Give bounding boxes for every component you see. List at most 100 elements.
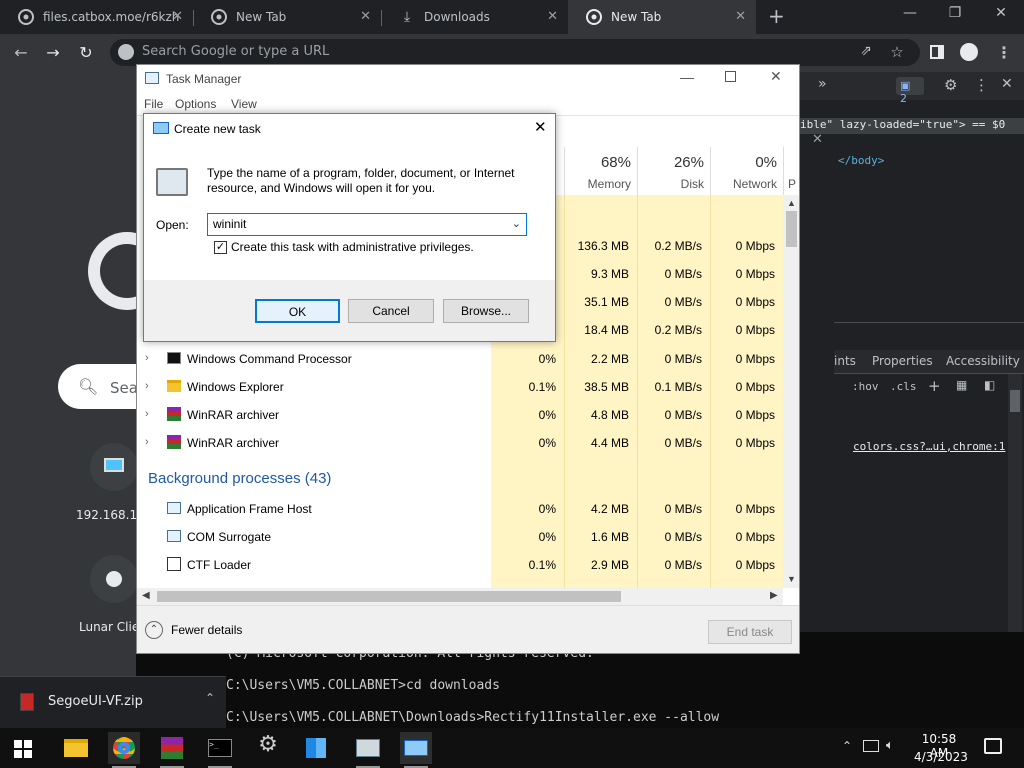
network-icon[interactable] <box>863 740 879 752</box>
chevron-right-icon[interactable]: › <box>145 408 149 420</box>
process-name: WinRAR archiver <box>187 436 280 450</box>
scroll-up-icon[interactable]: ▲ <box>787 198 796 208</box>
tab-catbox[interactable]: files.catbox.moe/r6kzh ✕ <box>0 0 193 34</box>
bookmark-star-icon[interactable]: ☆ <box>886 43 908 63</box>
chevron-down-icon[interactable]: ⌄ <box>512 217 521 230</box>
chevron-right-icon[interactable]: › <box>145 436 149 448</box>
end-task-button[interactable]: End task <box>708 620 792 644</box>
disk-cell: 0 MB/s <box>664 436 702 450</box>
vertical-scrollbar[interactable] <box>783 195 799 588</box>
chevron-up-icon[interactable]: ⌃ <box>205 691 215 705</box>
h-scrollbar-thumb[interactable] <box>157 591 621 602</box>
scrollbar[interactable] <box>1008 374 1022 632</box>
share-icon[interactable]: ⇗ <box>855 43 877 63</box>
profile-avatar-icon[interactable] <box>960 43 978 61</box>
column-header-memory[interactable]: 68% Memory <box>564 147 637 195</box>
selected-dom-node[interactable]: ible" lazy-loaded="true"> == $0 <box>800 118 1024 134</box>
side-panel-icon[interactable] <box>930 45 944 59</box>
run-dialog-taskbar-icon[interactable] <box>400 732 432 768</box>
browse-button[interactable]: Browse... <box>443 299 529 323</box>
fewer-details-link[interactable]: Fewer details <box>171 623 242 637</box>
minimize-icon[interactable]: — <box>680 69 694 85</box>
devtools-tab[interactable]: ints <box>834 354 856 368</box>
close-icon[interactable]: ✕ <box>534 118 547 136</box>
body-tag[interactable]: </body> <box>838 154 884 167</box>
forward-icon[interactable]: → <box>42 43 64 63</box>
issues-badge[interactable]: ▣ 2 <box>896 77 924 105</box>
menu-kebab-icon[interactable]: ⋮ <box>993 43 1015 63</box>
chevron-up-circle-icon[interactable]: ⌃ <box>145 621 163 639</box>
winrar-taskbar-icon[interactable] <box>156 732 188 768</box>
volume-icon[interactable]: 🔈︎ <box>886 738 894 753</box>
windows-start-icon[interactable] <box>14 740 32 758</box>
tab-new-tab-active[interactable]: New Tab ✕ <box>568 0 756 34</box>
minimize-icon[interactable]: — <box>895 5 925 27</box>
cls-toggle[interactable]: .cls <box>890 380 917 393</box>
process-row-explorer[interactable]: › Windows Explorer 0.1% 38.5 MB 0.1 MB/s… <box>137 373 799 401</box>
admin-checkbox[interactable]: ✓ <box>214 241 227 254</box>
cmd-taskbar-icon[interactable]: >_ <box>204 732 236 768</box>
menu-view[interactable]: View <box>231 97 257 111</box>
chevron-up-icon[interactable]: ⌃ <box>842 739 852 753</box>
ok-button[interactable]: OK <box>255 299 340 323</box>
close-icon[interactable]: ✕ <box>172 9 183 24</box>
process-row-winrar[interactable]: › WinRAR archiver 0% 4.4 MB 0 MB/s 0 Mbp… <box>137 429 799 457</box>
close-icon[interactable]: ✕ <box>547 9 558 24</box>
menu-file[interactable]: File <box>144 97 163 111</box>
new-tab-button[interactable]: + <box>768 4 785 28</box>
window-close-icon[interactable]: ✕ <box>986 5 1016 27</box>
menu-options[interactable]: Options <box>175 97 216 111</box>
scroll-right-icon[interactable]: ▶ <box>770 590 778 601</box>
control-panel-taskbar-icon[interactable] <box>300 732 332 764</box>
settings-gear-icon[interactable]: ⚙ <box>944 76 957 94</box>
tab-new-tab[interactable]: New Tab ✕ <box>193 0 381 34</box>
memory-cell: 9.3 MB <box>590 267 629 281</box>
restore-icon[interactable]: ❐ <box>940 5 970 27</box>
cancel-button[interactable]: Cancel <box>348 299 434 323</box>
window-icon <box>167 530 181 542</box>
back-icon[interactable]: ← <box>10 43 32 63</box>
task-manager-taskbar-icon[interactable] <box>352 732 384 768</box>
maximize-icon[interactable] <box>725 71 736 82</box>
tab-downloads[interactable]: ⤓ Downloads ✕ <box>381 0 568 34</box>
process-row-com-surrogate[interactable]: COM Surrogate 0% 1.6 MB 0 MB/s 0 Mbps <box>137 523 799 551</box>
more-tabs-icon[interactable]: » <box>818 76 827 92</box>
scrollbar-thumb[interactable] <box>1010 390 1020 412</box>
process-name: CTF Loader <box>187 558 252 572</box>
open-input-value[interactable]: wininit <box>213 217 246 231</box>
devtools-tab-accessibility[interactable]: Accessibility <box>946 354 1020 368</box>
process-row-app-frame-host[interactable]: Application Frame Host 0% 4.2 MB 0 MB/s … <box>137 495 799 523</box>
reload-icon[interactable]: ↻ <box>75 43 97 63</box>
column-header-network[interactable]: 0% Network <box>710 147 783 195</box>
devtools-close-icon[interactable]: ✕ <box>1001 76 1013 92</box>
close-icon[interactable]: ✕ <box>360 9 371 24</box>
process-row-winrar[interactable]: › WinRAR archiver 0% 4.8 MB 0 MB/s 0 Mbp… <box>137 401 799 429</box>
column-header-power[interactable]: P <box>783 147 799 195</box>
close-icon[interactable]: ✕ <box>770 68 782 85</box>
process-row-ctf-loader[interactable]: CTF Loader 0.1% 2.9 MB 0 MB/s 0 Mbps <box>137 551 799 579</box>
open-combobox[interactable]: wininit ⌄ <box>207 213 527 236</box>
scrollbar-thumb[interactable] <box>786 211 797 247</box>
chevron-right-icon[interactable]: › <box>145 380 149 392</box>
scroll-left-icon[interactable]: ◀ <box>142 590 150 601</box>
taskbar-date[interactable]: 4/3/2023 <box>914 750 968 764</box>
close-icon[interactable]: ✕ <box>812 132 823 147</box>
admin-checkbox-label[interactable]: Create this task with administrative pri… <box>231 240 474 254</box>
notification-icon[interactable] <box>984 738 1002 754</box>
download-filename[interactable]: SegoeUI-VF.zip <box>48 694 143 709</box>
paint-icon[interactable]: ▦ <box>956 378 967 392</box>
process-row-cmd[interactable]: › Windows Command Processor 0% 2.2 MB 0 … <box>137 345 799 373</box>
chevron-right-icon[interactable]: › <box>145 352 149 364</box>
file-explorer-icon[interactable] <box>60 732 92 764</box>
chrome-taskbar-icon[interactable] <box>108 732 140 768</box>
scroll-down-icon[interactable]: ▼ <box>787 574 796 584</box>
sidebar-toggle-icon[interactable]: ◧ <box>984 378 995 392</box>
column-header-disk[interactable]: 26% Disk <box>637 147 710 195</box>
hov-toggle[interactable]: :hov <box>852 380 879 393</box>
stylesheet-link[interactable]: colors.css?…ui,chrome:1 <box>853 440 1005 453</box>
close-icon[interactable]: ✕ <box>735 9 746 24</box>
devtools-tab-properties[interactable]: Properties <box>872 354 933 368</box>
devtools-menu-icon[interactable]: ⋮ <box>974 76 989 94</box>
settings-taskbar-icon[interactable]: ⚙ <box>252 732 284 764</box>
add-rule-icon[interactable]: + <box>928 377 941 395</box>
